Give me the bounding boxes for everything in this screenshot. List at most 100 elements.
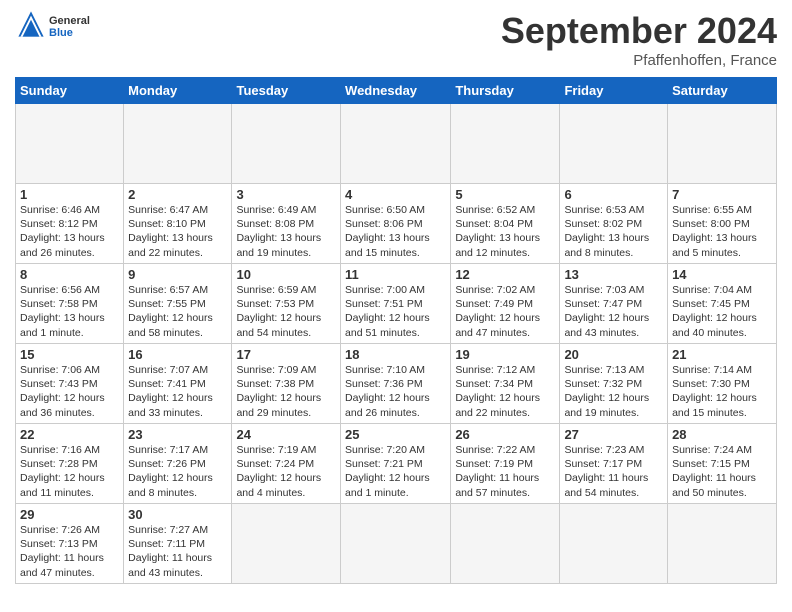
calendar-cell: 1Sunrise: 6:46 AM Sunset: 8:12 PM Daylig… — [16, 184, 124, 264]
calendar-cell: 3Sunrise: 6:49 AM Sunset: 8:08 PM Daylig… — [232, 184, 341, 264]
calendar-cell — [341, 504, 451, 584]
logo: General Blue — [15, 10, 90, 43]
logo-text-general: General — [49, 15, 90, 27]
day-info: Sunrise: 7:27 AM Sunset: 7:11 PM Dayligh… — [128, 523, 227, 580]
day-info: Sunrise: 6:56 AM Sunset: 7:58 PM Dayligh… — [20, 283, 119, 340]
logo-icon — [17, 10, 45, 38]
day-number: 25 — [345, 427, 446, 442]
calendar-header-row: SundayMondayTuesdayWednesdayThursdayFrid… — [16, 78, 777, 104]
day-number: 19 — [455, 347, 555, 362]
day-number: 26 — [455, 427, 555, 442]
calendar-cell: 8Sunrise: 6:56 AM Sunset: 7:58 PM Daylig… — [16, 264, 124, 344]
day-number: 16 — [128, 347, 227, 362]
calendar-week-5: 29Sunrise: 7:26 AM Sunset: 7:13 PM Dayli… — [16, 504, 777, 584]
calendar-cell: 12Sunrise: 7:02 AM Sunset: 7:49 PM Dayli… — [451, 264, 560, 344]
calendar-cell — [451, 504, 560, 584]
day-number: 22 — [20, 427, 119, 442]
day-number: 9 — [128, 267, 227, 282]
day-of-week-thursday: Thursday — [451, 78, 560, 104]
day-of-week-wednesday: Wednesday — [341, 78, 451, 104]
day-number: 18 — [345, 347, 446, 362]
day-info: Sunrise: 7:00 AM Sunset: 7:51 PM Dayligh… — [345, 283, 446, 340]
day-info: Sunrise: 7:16 AM Sunset: 7:28 PM Dayligh… — [20, 443, 119, 500]
day-number: 24 — [236, 427, 336, 442]
day-of-week-tuesday: Tuesday — [232, 78, 341, 104]
day-info: Sunrise: 7:14 AM Sunset: 7:30 PM Dayligh… — [672, 363, 772, 420]
calendar-cell: 16Sunrise: 7:07 AM Sunset: 7:41 PM Dayli… — [124, 344, 232, 424]
calendar-week-0 — [16, 104, 777, 184]
day-of-week-sunday: Sunday — [16, 78, 124, 104]
day-info: Sunrise: 6:55 AM Sunset: 8:00 PM Dayligh… — [672, 203, 772, 260]
calendar-cell: 13Sunrise: 7:03 AM Sunset: 7:47 PM Dayli… — [560, 264, 668, 344]
calendar-cell: 21Sunrise: 7:14 AM Sunset: 7:30 PM Dayli… — [668, 344, 777, 424]
day-info: Sunrise: 7:13 AM Sunset: 7:32 PM Dayligh… — [564, 363, 663, 420]
day-number: 4 — [345, 187, 446, 202]
logo-text-blue: Blue — [49, 27, 90, 39]
day-number: 1 — [20, 187, 119, 202]
calendar-week-1: 1Sunrise: 6:46 AM Sunset: 8:12 PM Daylig… — [16, 184, 777, 264]
day-number: 7 — [672, 187, 772, 202]
calendar-cell: 2Sunrise: 6:47 AM Sunset: 8:10 PM Daylig… — [124, 184, 232, 264]
calendar-cell — [16, 104, 124, 184]
calendar-cell: 15Sunrise: 7:06 AM Sunset: 7:43 PM Dayli… — [16, 344, 124, 424]
day-number: 8 — [20, 267, 119, 282]
day-of-week-saturday: Saturday — [668, 78, 777, 104]
calendar-cell: 30Sunrise: 7:27 AM Sunset: 7:11 PM Dayli… — [124, 504, 232, 584]
day-info: Sunrise: 7:26 AM Sunset: 7:13 PM Dayligh… — [20, 523, 119, 580]
calendar-cell: 24Sunrise: 7:19 AM Sunset: 7:24 PM Dayli… — [232, 424, 341, 504]
day-number: 14 — [672, 267, 772, 282]
day-info: Sunrise: 7:17 AM Sunset: 7:26 PM Dayligh… — [128, 443, 227, 500]
day-info: Sunrise: 6:53 AM Sunset: 8:02 PM Dayligh… — [564, 203, 663, 260]
day-info: Sunrise: 6:47 AM Sunset: 8:10 PM Dayligh… — [128, 203, 227, 260]
day-of-week-friday: Friday — [560, 78, 668, 104]
calendar-cell: 28Sunrise: 7:24 AM Sunset: 7:15 PM Dayli… — [668, 424, 777, 504]
day-number: 5 — [455, 187, 555, 202]
day-number: 2 — [128, 187, 227, 202]
day-info: Sunrise: 7:04 AM Sunset: 7:45 PM Dayligh… — [672, 283, 772, 340]
day-info: Sunrise: 6:50 AM Sunset: 8:06 PM Dayligh… — [345, 203, 446, 260]
calendar-cell — [232, 104, 341, 184]
calendar-cell: 9Sunrise: 6:57 AM Sunset: 7:55 PM Daylig… — [124, 264, 232, 344]
day-info: Sunrise: 6:49 AM Sunset: 8:08 PM Dayligh… — [236, 203, 336, 260]
calendar-week-4: 22Sunrise: 7:16 AM Sunset: 7:28 PM Dayli… — [16, 424, 777, 504]
calendar-cell — [560, 504, 668, 584]
day-info: Sunrise: 7:19 AM Sunset: 7:24 PM Dayligh… — [236, 443, 336, 500]
calendar-cell: 26Sunrise: 7:22 AM Sunset: 7:19 PM Dayli… — [451, 424, 560, 504]
day-number: 29 — [20, 507, 119, 522]
calendar-cell — [451, 104, 560, 184]
day-info: Sunrise: 6:52 AM Sunset: 8:04 PM Dayligh… — [455, 203, 555, 260]
calendar-cell — [668, 104, 777, 184]
day-info: Sunrise: 7:02 AM Sunset: 7:49 PM Dayligh… — [455, 283, 555, 340]
day-number: 3 — [236, 187, 336, 202]
day-info: Sunrise: 7:24 AM Sunset: 7:15 PM Dayligh… — [672, 443, 772, 500]
day-info: Sunrise: 7:12 AM Sunset: 7:34 PM Dayligh… — [455, 363, 555, 420]
calendar-cell: 7Sunrise: 6:55 AM Sunset: 8:00 PM Daylig… — [668, 184, 777, 264]
calendar-cell: 17Sunrise: 7:09 AM Sunset: 7:38 PM Dayli… — [232, 344, 341, 424]
calendar-week-2: 8Sunrise: 6:56 AM Sunset: 7:58 PM Daylig… — [16, 264, 777, 344]
day-info: Sunrise: 6:46 AM Sunset: 8:12 PM Dayligh… — [20, 203, 119, 260]
calendar-cell: 25Sunrise: 7:20 AM Sunset: 7:21 PM Dayli… — [341, 424, 451, 504]
calendar-cell — [668, 504, 777, 584]
day-info: Sunrise: 7:07 AM Sunset: 7:41 PM Dayligh… — [128, 363, 227, 420]
location: Pfaffenhoffen, France — [501, 52, 777, 69]
day-info: Sunrise: 7:10 AM Sunset: 7:36 PM Dayligh… — [345, 363, 446, 420]
day-number: 12 — [455, 267, 555, 282]
calendar-cell — [560, 104, 668, 184]
calendar-cell: 27Sunrise: 7:23 AM Sunset: 7:17 PM Dayli… — [560, 424, 668, 504]
calendar-cell: 10Sunrise: 6:59 AM Sunset: 7:53 PM Dayli… — [232, 264, 341, 344]
month-title: September 2024 — [501, 10, 777, 52]
header: General Blue September 2024 Pfaffenhoffe… — [15, 10, 777, 69]
day-info: Sunrise: 7:22 AM Sunset: 7:19 PM Dayligh… — [455, 443, 555, 500]
day-info: Sunrise: 7:09 AM Sunset: 7:38 PM Dayligh… — [236, 363, 336, 420]
day-number: 10 — [236, 267, 336, 282]
day-info: Sunrise: 6:57 AM Sunset: 7:55 PM Dayligh… — [128, 283, 227, 340]
day-number: 6 — [564, 187, 663, 202]
day-number: 15 — [20, 347, 119, 362]
day-of-week-monday: Monday — [124, 78, 232, 104]
day-info: Sunrise: 7:03 AM Sunset: 7:47 PM Dayligh… — [564, 283, 663, 340]
calendar-cell — [124, 104, 232, 184]
day-number: 13 — [564, 267, 663, 282]
calendar-cell: 19Sunrise: 7:12 AM Sunset: 7:34 PM Dayli… — [451, 344, 560, 424]
calendar-cell: 29Sunrise: 7:26 AM Sunset: 7:13 PM Dayli… — [16, 504, 124, 584]
calendar-cell: 14Sunrise: 7:04 AM Sunset: 7:45 PM Dayli… — [668, 264, 777, 344]
